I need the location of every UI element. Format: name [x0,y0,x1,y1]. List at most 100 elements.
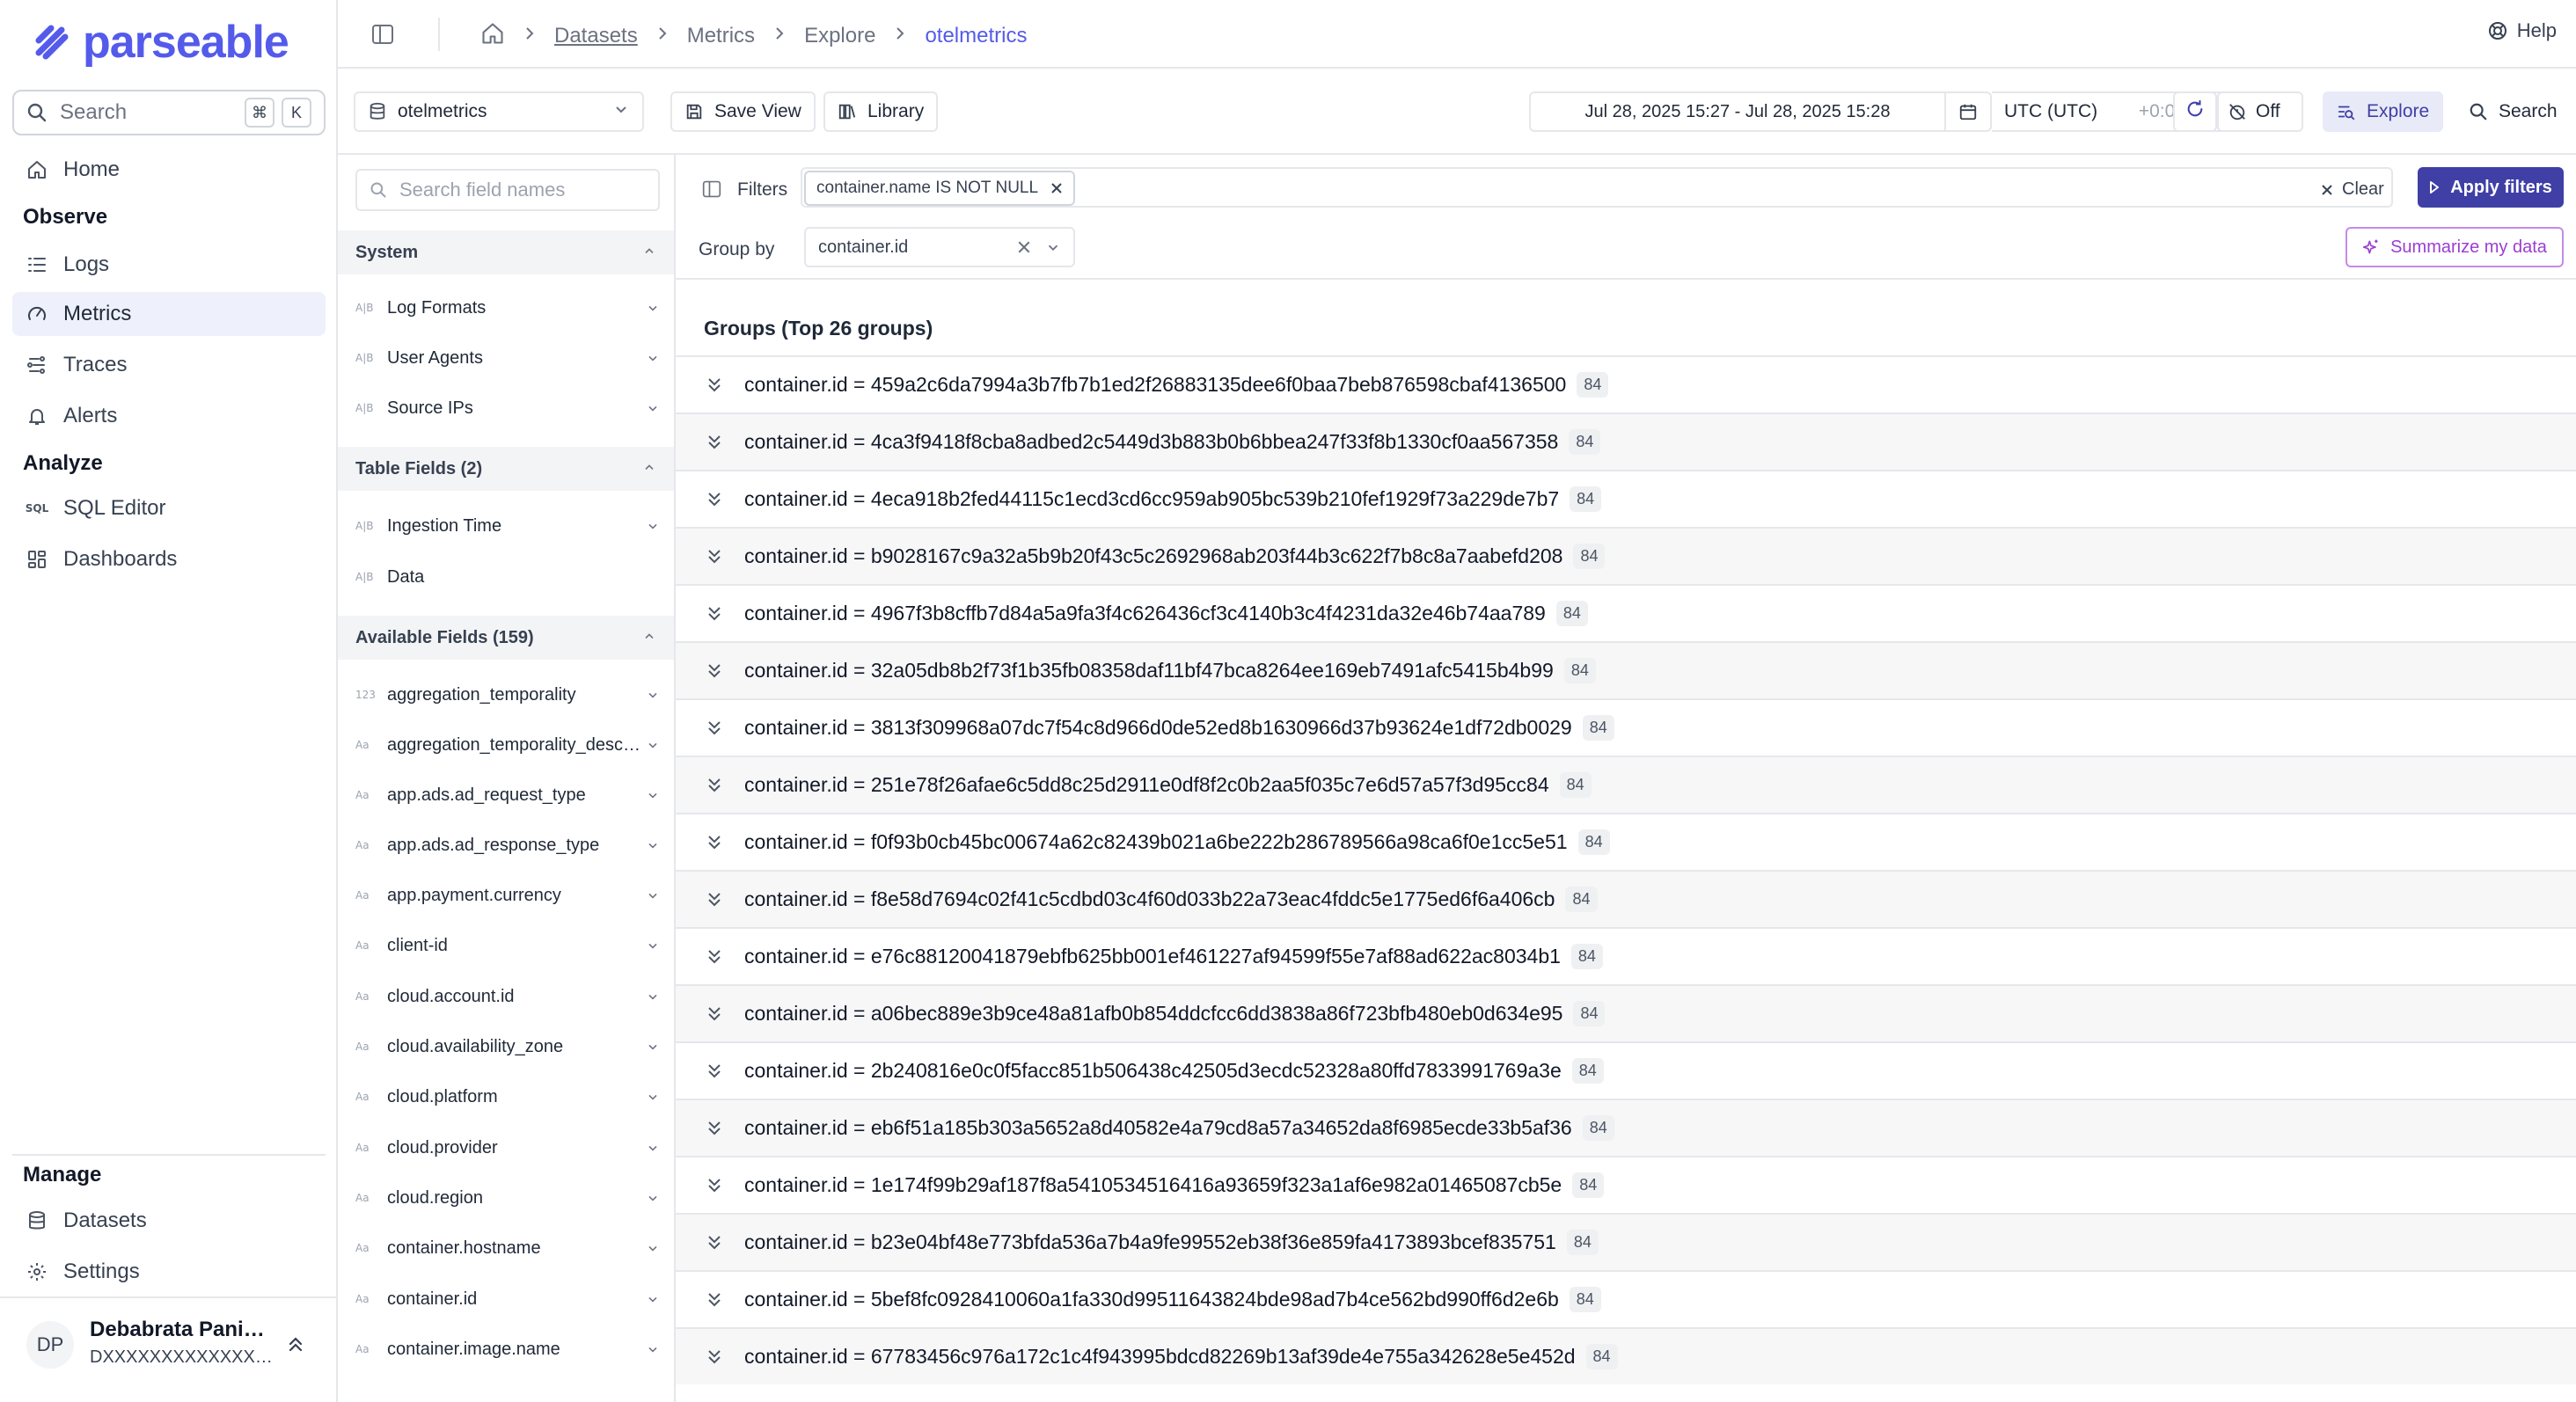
group-row[interactable]: container.id = 4eca918b2fed44115c1ecd3cd… [676,470,2576,527]
library-button[interactable]: Library [823,91,939,132]
field-row[interactable]: Aa container.id [355,1282,660,1317]
apply-filters-button[interactable]: Apply filters [2418,167,2564,208]
group-row[interactable]: container.id = 459a2c6da7994a3b7fb7b1ed2… [676,355,2576,413]
sidebar-item-settings[interactable]: Settings [12,1250,326,1294]
group-row[interactable]: container.id = f0f93b0cb45bc00674a62c824… [676,813,2576,870]
group-row[interactable]: container.id = 67783456c976a172c1c4f9439… [676,1327,2576,1384]
time-range-picker[interactable]: Jul 28, 2025 15:27 - Jul 28, 2025 15:28 [1529,91,1992,132]
clear-filters-button[interactable]: Clear [2321,179,2384,200]
filter-chip[interactable]: container.name IS NOT NULL [804,171,1076,206]
field-row[interactable]: Aa container.image.name [355,1332,660,1367]
group-row[interactable]: container.id = 4967f3b8cffb7d84a5a9fa3f4… [676,584,2576,641]
chevrons-down-icon[interactable] [702,1176,727,1195]
field-row[interactable]: A|B Source IPs [355,391,660,426]
summarize-button[interactable]: Summarize my data [2345,227,2564,267]
chevrons-down-icon[interactable] [702,1233,727,1252]
field-row[interactable]: Aa app.payment.currency [355,878,660,913]
sidebar-item-logs[interactable]: Logs [12,243,326,287]
chevrons-down-icon[interactable] [702,947,727,967]
logs-icon [25,252,49,277]
search-button[interactable]: Search [2456,91,2570,132]
database-icon [25,1208,49,1233]
group-row[interactable]: container.id = a06bec889e3b9ce48a81afb0b… [676,984,2576,1041]
field-search-input[interactable]: Search field names [355,169,660,211]
close-icon[interactable] [1050,182,1063,194]
available-fields-section-header[interactable]: Available Fields (159) [338,616,674,660]
help-button[interactable]: Help [2487,19,2557,42]
group-row[interactable]: container.id = b9028167c9a32a5b9b20f43c5… [676,527,2576,584]
chevrons-down-icon[interactable] [702,661,727,681]
save-view-button[interactable]: Save View [670,91,816,132]
group-row[interactable]: container.id = 4ca3f9418f8cba8adbed2c544… [676,413,2576,470]
refresh-button[interactable] [2173,91,2217,132]
group-row[interactable]: container.id = 3813f309968a07dc7f54c8d96… [676,698,2576,756]
group-row[interactable]: container.id = eb6f51a185b303a5652a8d405… [676,1099,2576,1156]
sidebar-item-traces[interactable]: Traces [12,343,326,387]
chevrons-down-icon[interactable] [702,1062,727,1081]
chevrons-down-icon[interactable] [702,547,727,566]
field-row[interactable]: A|B User Agents [355,340,660,376]
group-count-badge: 84 [1571,1058,1604,1084]
string-type-icon: Aa [355,789,370,801]
field-row[interactable]: Aa cloud.provider [355,1130,660,1165]
group-row[interactable]: container.id = 32a05db8b2f73f1b35fb08358… [676,641,2576,698]
table-fields-section-header[interactable]: Table Fields (2) [338,447,674,491]
chevrons-down-icon[interactable] [702,433,727,452]
chevrons-down-icon[interactable] [702,490,727,509]
brand-name: parseable [83,17,289,68]
chevrons-up-icon[interactable] [287,1333,304,1359]
group-key: container.id = 32a05db8b2f73f1b35fb08358… [744,659,1554,682]
calendar-icon[interactable] [1944,93,1990,130]
group-row[interactable]: container.id = 1e174f99b29af187f8a541053… [676,1156,2576,1213]
explore-button[interactable]: Explore [2323,91,2444,132]
sidebar-item-home[interactable]: Home [12,148,326,192]
field-row[interactable]: 123 aggregation_temporality [355,677,660,712]
field-row[interactable]: A|B Ingestion Time [355,508,660,544]
chevrons-down-icon[interactable] [702,1119,727,1138]
field-row[interactable]: A|B Data [355,559,660,595]
sidebar-item-sql-editor[interactable]: SQL SQL Editor [12,486,326,530]
sidebar-item-metrics[interactable]: Metrics [12,292,326,336]
close-icon[interactable] [1017,240,1031,254]
group-row[interactable]: container.id = 251e78f26afae6c5dd8c25d29… [676,756,2576,813]
chevrons-down-icon[interactable] [702,833,727,852]
field-row[interactable]: Aa app.ads.ad_response_type [355,828,660,863]
group-row[interactable]: container.id = b23e04bf48e773bfda536a7b4… [676,1213,2576,1270]
dataset-select[interactable]: otelmetrics [354,91,644,132]
sidebar-toggle-icon[interactable] [371,23,394,50]
chevrons-down-icon[interactable] [702,1004,727,1024]
breadcrumb-datasets[interactable]: Datasets [554,24,638,48]
field-row[interactable]: Aa app.ads.ad_request_type [355,778,660,813]
field-row[interactable]: A|B Log Formats [355,290,660,325]
chevrons-down-icon[interactable] [702,890,727,909]
field-row[interactable]: Aa container.hostname [355,1230,660,1266]
field-row[interactable]: Aa cloud.availability_zone [355,1029,660,1064]
sidebar-item-alerts[interactable]: Alerts [12,394,326,438]
global-search[interactable]: Search ⌘ K [12,90,326,135]
chevrons-down-icon[interactable] [702,376,727,395]
system-section-header[interactable]: System [338,230,674,274]
sidebar-item-datasets[interactable]: Datasets [12,1199,326,1243]
field-row[interactable]: Aa client-id [355,928,660,963]
user-menu[interactable]: DP Debabrata Panigrahi DXXXXXXXXXXXXXXX [0,1296,338,1402]
group-by-select[interactable]: container.id [804,227,1075,267]
chevrons-down-icon[interactable] [702,1290,727,1310]
auto-refresh-toggle[interactable]: Off [2217,91,2303,132]
field-row[interactable]: Aa aggregation_temporality_description [355,727,660,763]
chevrons-down-icon[interactable] [702,719,727,738]
field-row[interactable]: Aa cloud.platform [355,1079,660,1114]
group-row[interactable]: container.id = 5bef8fc0928410060a1fa330d… [676,1270,2576,1327]
text-type-icon: A|B [355,402,374,414]
group-row[interactable]: container.id = e76c88120041879ebfb625bb0… [676,927,2576,984]
field-row[interactable]: Aa cloud.region [355,1180,660,1216]
brand-logo[interactable]: parseable [35,16,289,69]
group-row[interactable]: container.id = 2b240816e0c0f5facc851b506… [676,1041,2576,1099]
chevrons-down-icon[interactable] [702,604,727,624]
chevrons-down-icon[interactable] [702,776,727,795]
field-row[interactable]: Aa cloud.account.id [355,979,660,1014]
group-row[interactable]: container.id = f8e58d7694c02f41c5cdbd03c… [676,870,2576,927]
sidebar-item-dashboards[interactable]: Dashboards [12,537,326,581]
chevrons-down-icon[interactable] [702,1347,727,1367]
panel-toggle-icon[interactable] [702,179,721,203]
breadcrumb-home-icon[interactable] [480,21,505,50]
